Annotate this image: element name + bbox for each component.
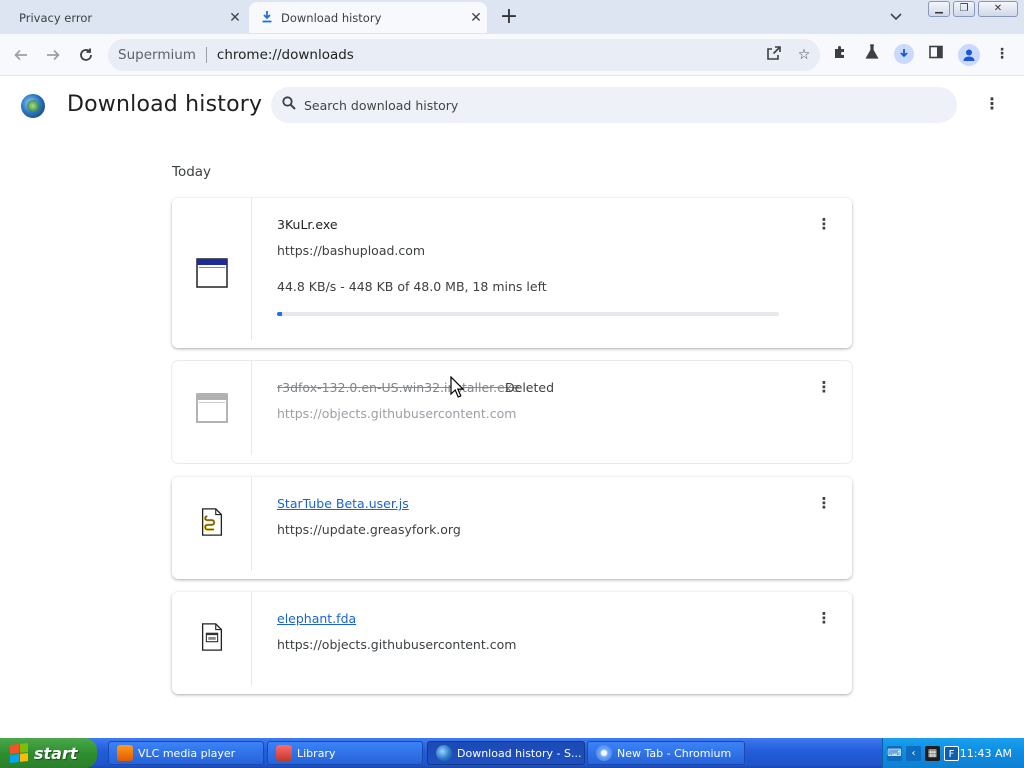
item-menu-icon[interactable]: ⋮ bbox=[816, 494, 832, 516]
chromium-icon bbox=[596, 745, 612, 761]
extensions-icon[interactable] bbox=[830, 44, 850, 64]
item-menu-icon[interactable]: ⋮ bbox=[816, 609, 832, 631]
close-window-button[interactable]: ✕ bbox=[978, 1, 1018, 17]
download-source-url[interactable]: https://objects.githubusercontent.com bbox=[277, 637, 516, 652]
tab-title: Privacy error bbox=[19, 10, 93, 25]
browser-toolbar: Supermium chrome://downloads ☆ ⋮ bbox=[0, 34, 1024, 76]
window-exe-icon bbox=[196, 393, 228, 423]
supermium-logo bbox=[21, 94, 45, 118]
taskbar-item-label: Library bbox=[297, 746, 336, 760]
taskbar-clock: 11:43 AM bbox=[959, 746, 1012, 760]
address-divider bbox=[205, 47, 207, 63]
side-panel-icon[interactable] bbox=[926, 44, 946, 64]
forward-button[interactable] bbox=[40, 42, 66, 68]
tab-download-history[interactable]: Download history ✕ bbox=[249, 2, 487, 33]
page-title: Download history bbox=[67, 92, 263, 117]
mouse-cursor-icon bbox=[450, 376, 464, 398]
download-filename: 3KuLr.exe bbox=[277, 217, 338, 232]
close-icon[interactable]: ✕ bbox=[224, 10, 246, 26]
windows-taskbar: start VLC media player Library Download … bbox=[0, 738, 1024, 768]
download-item: StarTube Beta.user.js https://update.gre… bbox=[172, 477, 852, 579]
script-file-icon bbox=[201, 508, 223, 536]
tab-privacy-error[interactable]: Privacy error ✕ bbox=[6, 2, 246, 33]
keyboard-icon[interactable]: ⌨ bbox=[887, 745, 902, 761]
address-bar[interactable]: Supermium chrome://downloads ☆ bbox=[108, 39, 820, 71]
start-button[interactable]: start bbox=[0, 738, 97, 768]
download-progress-text: 44.8 KB/s - 448 KB of 48.0 MB, 18 mins l… bbox=[277, 279, 547, 294]
download-source-url[interactable]: https://update.greasyfork.org bbox=[277, 522, 461, 537]
taskbar-item-label: VLC media player bbox=[138, 746, 236, 760]
bookmark-star-icon[interactable]: ☆ bbox=[794, 45, 814, 65]
download-item: r3dfox-132.0.en-US.win32.installer.exe D… bbox=[172, 361, 852, 463]
file-icon-column bbox=[172, 592, 252, 686]
search-icon bbox=[282, 96, 300, 114]
file-icon-column bbox=[172, 477, 252, 571]
window-exe-icon bbox=[196, 258, 228, 288]
download-filename: r3dfox-132.0.en-US.win32.installer.exe bbox=[277, 380, 520, 395]
reload-button[interactable] bbox=[73, 42, 99, 68]
chevron-down-icon[interactable] bbox=[884, 6, 908, 28]
download-source-url[interactable]: https://objects.githubusercontent.com bbox=[277, 406, 516, 421]
restore-button[interactable]: ❐ bbox=[953, 1, 975, 17]
browser-menu-icon[interactable]: ⋮ bbox=[992, 44, 1012, 64]
share-icon[interactable] bbox=[764, 45, 784, 65]
search-placeholder: Search download history bbox=[304, 97, 459, 113]
taskbar-item-label: New Tab - Chromium bbox=[617, 746, 732, 760]
download-progress-bar bbox=[277, 312, 779, 316]
progress-fill bbox=[277, 312, 282, 316]
vlc-icon bbox=[117, 745, 133, 761]
download-icon bbox=[261, 10, 273, 26]
supermium-icon bbox=[436, 745, 452, 761]
more-actions-icon[interactable]: ⋮ bbox=[982, 94, 1002, 118]
taskbar-item-label: Download history - S... bbox=[457, 746, 582, 760]
site-label: Supermium bbox=[118, 47, 196, 63]
download-item: 3KuLr.exe https://bashupload.com 44.8 KB… bbox=[172, 198, 852, 348]
profile-avatar[interactable] bbox=[958, 44, 980, 66]
taskbar-item-vlc[interactable]: VLC media player bbox=[108, 741, 264, 765]
minimize-button[interactable]: ▁ bbox=[928, 1, 950, 17]
item-menu-icon[interactable]: ⋮ bbox=[816, 378, 832, 400]
start-label: start bbox=[34, 743, 78, 763]
generic-file-icon bbox=[201, 623, 223, 651]
deleted-status-label: Deleted bbox=[505, 380, 555, 395]
taskbar-item-download-history[interactable]: Download history - S... bbox=[427, 741, 585, 765]
taskbar-item-library[interactable]: Library bbox=[267, 741, 423, 765]
back-arrow-tray-icon[interactable]: ‹ bbox=[906, 745, 921, 761]
downloads-button[interactable] bbox=[894, 44, 914, 64]
url-text[interactable]: chrome://downloads bbox=[217, 47, 354, 63]
download-filename-link[interactable]: StarTube Beta.user.js bbox=[277, 496, 409, 511]
new-tab-button[interactable]: + bbox=[496, 4, 522, 30]
tab-strip: Privacy error ✕ Download history ✕ + ▁ ❐… bbox=[0, 0, 1024, 34]
download-item: elephant.fda https://objects.githubuserc… bbox=[172, 592, 852, 694]
back-button[interactable] bbox=[8, 42, 34, 68]
download-source-url[interactable]: https://bashupload.com bbox=[277, 243, 425, 258]
item-menu-icon[interactable]: ⋮ bbox=[816, 215, 832, 237]
file-icon-column bbox=[172, 198, 252, 340]
app-tray-icon[interactable]: F bbox=[944, 745, 959, 761]
system-tray: ⌨ ‹ ▦ F 11:43 AM bbox=[882, 738, 1024, 768]
date-section-header: Today bbox=[172, 164, 212, 180]
file-icon-column bbox=[172, 361, 252, 455]
windows-flag-icon bbox=[10, 743, 28, 763]
close-icon[interactable]: ✕ bbox=[465, 10, 487, 26]
network-icon[interactable]: ▦ bbox=[925, 745, 940, 761]
library-icon bbox=[276, 745, 292, 761]
labs-flask-icon[interactable] bbox=[862, 44, 882, 64]
taskbar-item-new-tab[interactable]: New Tab - Chromium bbox=[587, 741, 745, 765]
download-filename-link[interactable]: elephant.fda bbox=[277, 611, 356, 626]
tab-title: Download history bbox=[281, 10, 382, 25]
search-downloads-input[interactable]: Search download history bbox=[271, 87, 957, 123]
